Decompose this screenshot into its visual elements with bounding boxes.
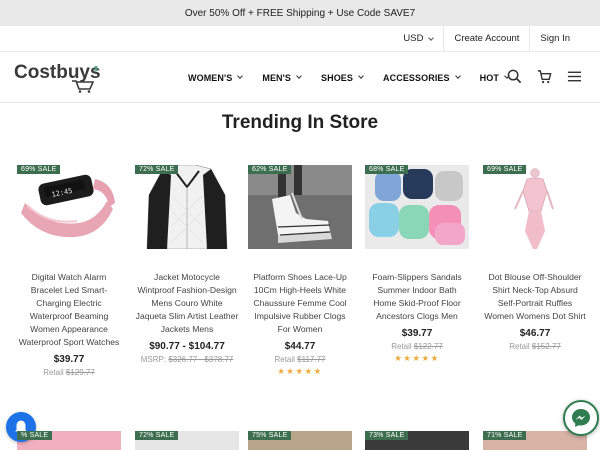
product-image[interactable]: 69% SALE	[483, 165, 587, 249]
nav-item-mens[interactable]: MEN'S	[262, 72, 302, 83]
platform-shoes-image	[248, 165, 352, 249]
retail-value: $326.77 - $378.77	[168, 355, 234, 364]
svg-text:$: $	[94, 66, 98, 73]
sale-badge: 62% SALE	[248, 165, 292, 174]
product-image[interactable]: 62% SALE	[248, 165, 352, 249]
retail-label: Retail	[509, 342, 530, 351]
product-name[interactable]: Jacket Motocycle Wintproof Fashion-Desig…	[135, 271, 239, 336]
promo-text: Over 50% Off + FREE Shipping + Use Code …	[184, 7, 416, 19]
hamburger-menu-icon[interactable]	[566, 68, 582, 84]
promo-bar: Over 50% Off + FREE Shipping + Use Code …	[0, 0, 600, 26]
product-image[interactable]: 72% SALE	[135, 431, 239, 450]
star-rating: ★★★★★	[277, 366, 323, 376]
jacket-image	[135, 165, 239, 249]
chevron-down-icon	[428, 34, 435, 41]
retail-label: MSRP:	[140, 355, 167, 364]
product-name[interactable]: Dot Blouse Off-Shoulder Shirt Neck-Top A…	[483, 271, 587, 323]
product-image[interactable]: 73% SALE	[365, 431, 469, 450]
star-rating: ★★★★★	[394, 353, 440, 363]
chevron-down-icon	[454, 73, 461, 79]
sale-badge: 68% SALE	[365, 165, 409, 174]
search-icon[interactable]	[506, 68, 522, 84]
messenger-icon	[572, 409, 590, 427]
retail-value: $129.77	[65, 368, 95, 377]
nav-item-accessories[interactable]: ACCESSORIES	[383, 72, 461, 83]
top-links-bar: USD Create Account Sign In	[0, 25, 600, 52]
sale-badge: % SALE	[17, 431, 53, 440]
nav-label: ACCESSORIES	[383, 72, 450, 83]
retail-price: Retail $129.77	[17, 368, 121, 377]
sale-badge: 72% SALE	[135, 431, 179, 440]
sign-in-link[interactable]: Sign In	[529, 25, 580, 52]
nav-label: MEN'S	[262, 72, 291, 83]
nav-label: SHOES	[321, 72, 354, 83]
nav-item-womens[interactable]: WOMEN'S	[188, 72, 244, 83]
product-name[interactable]: Digital Watch Alarm Bracelet Led Smart-C…	[17, 271, 121, 349]
logo-text: Costbuys	[14, 63, 101, 83]
sale-badge: 71% SALE	[483, 431, 527, 440]
retail-label: Retail	[43, 368, 64, 377]
section-title: Trending In Store	[221, 112, 379, 133]
retail-price: Retail $152.77	[483, 342, 587, 351]
currency-label: USD	[403, 33, 424, 44]
retail-value: $122.77	[413, 342, 443, 351]
product-image[interactable]: 72% SALE	[135, 165, 239, 249]
retail-price: Retail $117.77	[248, 355, 352, 364]
header-icons	[506, 68, 582, 84]
nav-item-hot[interactable]: HOT	[479, 72, 510, 83]
logo-graphic: Costbuys $	[14, 62, 101, 93]
retail-price: MSRP: $326.77 - $378.77	[135, 355, 239, 364]
product-price: $46.77	[519, 328, 551, 339]
blouse-image	[483, 165, 587, 249]
cart-icon[interactable]	[536, 68, 552, 84]
product-card[interactable]: 62% SALE Platform Shoes Lace-Up 10Cm Hig…	[248, 165, 352, 377]
chevron-down-icon	[358, 73, 364, 79]
product-price: $44.77	[284, 341, 316, 352]
main-nav: WOMEN'S MEN'S SHOES ACCESSORIES HOT	[188, 52, 529, 103]
currency-selector[interactable]: USD	[393, 26, 443, 52]
chevron-down-icon	[237, 73, 244, 79]
product-name[interactable]: Platform Shoes Lace-Up 10Cm High-Heels W…	[248, 271, 352, 336]
nav-label: HOT	[479, 72, 499, 83]
watch-image: 12:45	[17, 165, 121, 249]
retail-value: $117.77	[297, 355, 326, 364]
product-card[interactable]: 69% SALE Dot Blouse Off-Shoulder Shirt N…	[483, 165, 587, 351]
product-card[interactable]: 72% SALE Jacket Motocycle Wintproof Fash…	[135, 165, 239, 364]
retail-price: Retail $122.77	[365, 342, 469, 351]
messenger-chat-button[interactable]	[563, 400, 599, 436]
retail-label: Retail	[391, 342, 412, 351]
create-account-link[interactable]: Create Account	[443, 25, 529, 52]
product-image[interactable]: 69% SALE 12:45	[17, 165, 121, 249]
product-image[interactable]: 71% SALE	[483, 431, 587, 450]
product-grid-row-2: % SALE 72% SALE 75% SALE 73% SALE 71% SA…	[17, 431, 587, 450]
nav-item-shoes[interactable]: SHOES	[321, 72, 364, 83]
sale-badge: 73% SALE	[365, 431, 409, 440]
site-header: Costbuys $ WOMEN'S MEN'S SHOES ACCESSORI…	[0, 52, 600, 103]
nav-label: WOMEN'S	[188, 72, 233, 83]
product-price: $39.77	[53, 354, 85, 365]
product-image[interactable]: 75% SALE	[248, 431, 352, 450]
product-image[interactable]: % SALE	[17, 431, 121, 450]
retail-value: $152.77	[531, 342, 561, 351]
product-name[interactable]: Foam-Slippers Sandals Summer Indoor Bath…	[365, 271, 469, 323]
retail-label: Retail	[274, 355, 295, 364]
chevron-down-icon	[296, 73, 302, 79]
sale-badge: 75% SALE	[248, 431, 292, 440]
product-price: $39.77	[401, 328, 433, 339]
sale-badge: 69% SALE	[17, 165, 61, 174]
product-price: $90.77 - $104.77	[149, 341, 225, 352]
product-card[interactable]: 69% SALE 12:45 Digital Watch Alarm Brace…	[17, 165, 121, 377]
product-image[interactable]: 68% SALE	[365, 165, 469, 249]
sale-badge: 69% SALE	[483, 165, 527, 174]
logo[interactable]: Costbuys $	[14, 62, 109, 93]
slippers-image	[365, 165, 469, 249]
product-card[interactable]: 68% SALE Foam-Slippers Sandals Summer In…	[365, 165, 469, 364]
sale-badge: 72% SALE	[135, 165, 179, 174]
